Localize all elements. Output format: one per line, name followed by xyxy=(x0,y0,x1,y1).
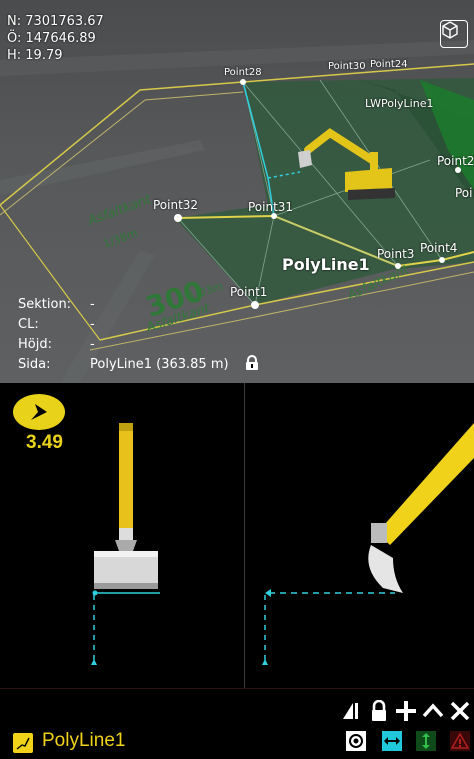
point-label: Point1 xyxy=(230,285,268,299)
point-label: Point31 xyxy=(248,200,294,214)
map-canvas: 300 Asfaltkant Asfaltkant Asfaltkant 1/0… xyxy=(0,40,474,383)
sektion-value: - xyxy=(90,297,95,312)
horizontal-arrows-icon[interactable] xyxy=(381,729,403,753)
point-label: Point3 xyxy=(377,247,415,261)
plus-icon[interactable] xyxy=(394,699,418,723)
front-view xyxy=(91,423,160,665)
eye-icon[interactable] xyxy=(345,729,367,753)
warning-icon[interactable] xyxy=(449,729,471,753)
cl-value: - xyxy=(90,317,95,332)
point-label: Point30 xyxy=(328,61,366,72)
point-label: Point24 xyxy=(370,59,408,70)
ground-measure: 1/38m xyxy=(102,226,140,250)
ground-label-asfaltkant: Asfaltkant xyxy=(85,192,154,229)
chevron-up-icon[interactable] xyxy=(421,699,445,723)
side-view xyxy=(262,423,474,665)
active-line-label: PolyLine1 xyxy=(282,255,370,274)
line-color-chip xyxy=(13,733,33,753)
view-divider xyxy=(244,383,245,688)
cube-icon[interactable] xyxy=(440,20,468,48)
offset-icon[interactable] xyxy=(340,699,364,723)
point-label: Point4 xyxy=(420,241,458,255)
lock-icon[interactable] xyxy=(244,355,260,371)
map-3d-view[interactable]: 300 Asfaltkant Asfaltkant Asfaltkant 1/0… xyxy=(0,0,474,383)
vertical-arrows-icon[interactable] xyxy=(415,729,437,753)
line-label: LWPolyLine1 xyxy=(365,97,434,110)
hojd-value: - xyxy=(90,337,95,352)
cl-label: CL: xyxy=(18,317,39,332)
point-label: Point32 xyxy=(153,198,199,212)
sida-value: PolyLine1 (363.85 m) xyxy=(90,357,229,372)
point-label: Point2 xyxy=(437,154,474,168)
lock-icon[interactable] xyxy=(367,699,391,723)
point-label: Point28 xyxy=(224,67,262,78)
height-readout: H: 19.79 xyxy=(7,48,63,63)
northing-readout: N: 7301763.67 xyxy=(7,14,104,29)
sida-label: Sida: xyxy=(18,357,51,372)
easting-readout: Ö: 147646.89 xyxy=(7,31,96,46)
guidance-panel: 3.49 xyxy=(0,383,474,688)
hojd-label: Höjd: xyxy=(18,337,52,352)
active-line-name[interactable]: PolyLine1 xyxy=(42,730,125,752)
sektion-label: Sektion: xyxy=(18,297,72,312)
point-label: Poi xyxy=(455,186,473,200)
bottom-toolbar: PolyLine1 xyxy=(0,688,474,759)
close-icon[interactable] xyxy=(448,699,472,723)
